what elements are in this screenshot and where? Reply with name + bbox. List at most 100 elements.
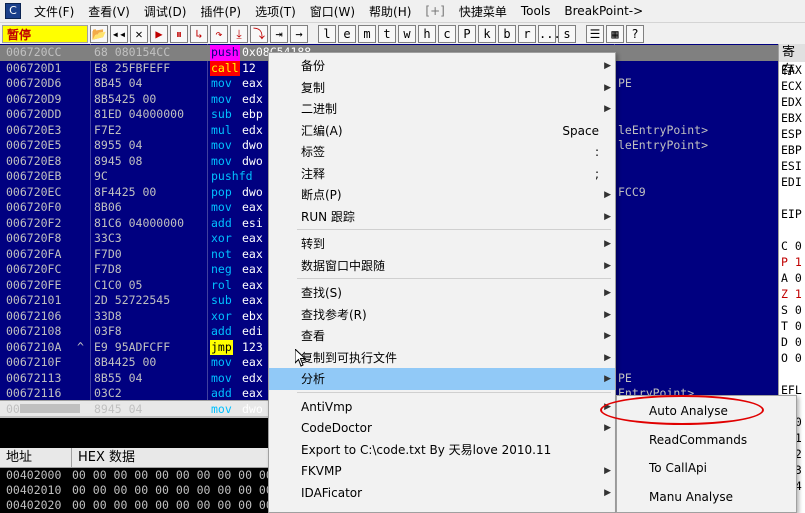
context-menu-item[interactable]: 数据窗口中跟随 ▶: [269, 255, 615, 277]
context-menu-item[interactable]: 查找(S) ▶: [269, 282, 615, 304]
instruction-address: 006720E8: [6, 153, 62, 168]
instruction-mnemonic: mov: [211, 370, 232, 385]
context-menu-item[interactable]: 备份 ▶: [269, 55, 615, 77]
toolbar-window-button[interactable]: P: [458, 24, 476, 43]
context-menu-item[interactable]: 断点(P) ▶: [269, 184, 615, 206]
context-menu-item[interactable]: FKVMP ▶: [269, 460, 615, 482]
close-icon[interactable]: ✕: [130, 24, 148, 43]
dump-row[interactable]: 00402020 00 00 00 00 00 00 00 00 00 00 00…: [0, 498, 314, 513]
grid-icon[interactable]: ▦: [606, 24, 624, 43]
register-line[interactable]: T 0: [779, 318, 805, 334]
context-menu-item[interactable]: 复制到可执行文件 ▶: [269, 347, 615, 369]
context-menu-item[interactable]: 二进制 ▶: [269, 98, 615, 120]
toolbar-window-button[interactable]: b: [498, 24, 516, 43]
open-icon[interactable]: 📂: [90, 24, 108, 43]
context-menu-item[interactable]: 标签:: [269, 141, 615, 163]
context-menu-item[interactable]: 转到 ▶: [269, 233, 615, 255]
dump-header-hex[interactable]: HEX 数据: [72, 448, 135, 467]
menu-1[interactable]: 查看(V): [81, 3, 137, 20]
help-icon[interactable]: ?: [626, 24, 644, 43]
step-over-icon[interactable]: ↷: [210, 24, 228, 43]
instruction-mnemonic: mov: [211, 355, 232, 369]
dump-pane[interactable]: 00402000 00 00 00 00 00 00 00 00 00 00 00…: [0, 468, 314, 513]
menu-item-label: 复制到可执行文件: [301, 350, 398, 365]
instruction-bytes: 33C3: [94, 231, 122, 245]
toolbar: 暂停 📂 ◂◂ ✕ ▶ ⏸ ↳ ↷ ⤓ ⤵ ⇥ → l e m t w h c Pk b r... s ☰ ▦?: [0, 22, 805, 44]
menu-9[interactable]: Tools: [514, 4, 558, 18]
register-line[interactable]: D 0: [779, 334, 805, 350]
context-menu-item[interactable]: 汇编(A) Space: [269, 120, 615, 142]
step-into-icon[interactable]: ↳: [190, 24, 208, 43]
register-line[interactable]: Z 1: [779, 286, 805, 302]
toolbar-window-button[interactable]: l: [318, 24, 336, 43]
register-line[interactable]: EDI: [779, 174, 805, 190]
menu-item-label: 查找参考(R): [301, 307, 367, 322]
trace-over-icon[interactable]: ⤵: [250, 24, 268, 43]
register-line[interactable]: C 0: [779, 238, 805, 254]
restart-icon[interactable]: ◂◂: [110, 24, 128, 43]
menu-2[interactable]: 调试(D): [137, 3, 194, 20]
run-icon[interactable]: ▶: [150, 24, 168, 43]
instruction-operand: eax: [242, 246, 263, 261]
context-menu-item[interactable]: 查看 ▶: [269, 325, 615, 347]
menu-7[interactable]: [+]: [418, 4, 451, 18]
menu-6[interactable]: 帮助(H): [362, 3, 418, 20]
jump-marker: ^: [77, 339, 84, 354]
register-line[interactable]: [779, 190, 805, 206]
register-line[interactable]: ESP: [779, 126, 805, 142]
instruction-mnemonic: mov: [211, 91, 232, 106]
context-menu-item[interactable]: Export to C:\code.txt By 天易love 2010.11: [269, 439, 615, 461]
register-line[interactable]: EIP: [779, 206, 805, 222]
dump-row[interactable]: 00402000 00 00 00 00 00 00 00 00 00 00 00…: [0, 468, 314, 483]
register-line[interactable]: P 1: [779, 254, 805, 270]
trace-into-icon[interactable]: ⤓: [230, 24, 248, 43]
submenu-item[interactable]: Manu Analyse: [617, 483, 796, 511]
dump-row[interactable]: 00402010 00 00 00 00 00 00 00 00 00 00 00…: [0, 483, 314, 498]
menu-0[interactable]: 文件(F): [27, 3, 81, 20]
toolbar-window-button[interactable]: k: [478, 24, 496, 43]
goto-icon[interactable]: →: [290, 24, 308, 43]
context-menu-item[interactable]: 复制 ▶: [269, 77, 615, 99]
instruction-bytes: 81C6 04000000: [94, 215, 185, 230]
context-menu-item[interactable]: 查找参考(R) ▶: [269, 304, 615, 326]
register-line[interactable]: EDX: [779, 94, 805, 110]
submenu-item[interactable]: To CallApi: [617, 454, 796, 482]
pause-icon[interactable]: ⏸: [170, 24, 188, 43]
register-line[interactable]: EBX: [779, 110, 805, 126]
context-menu-item[interactable]: 分析 ▶: [269, 368, 615, 390]
register-line[interactable]: ECX: [779, 78, 805, 94]
menu-5[interactable]: 窗口(W): [303, 3, 362, 20]
submenu-arrow-icon: ▶: [604, 466, 611, 476]
toolbar-window-button[interactable]: e: [338, 24, 356, 43]
toolbar-window-button[interactable]: h: [418, 24, 436, 43]
register-line[interactable]: O 0: [779, 350, 805, 366]
context-menu-item[interactable]: RUN 跟踪 ▶: [269, 206, 615, 228]
toolbar-window-button[interactable]: m: [358, 24, 376, 43]
dump-header-address[interactable]: 地址: [0, 448, 72, 467]
toolbar-window-button[interactable]: w: [398, 24, 416, 43]
menu-8[interactable]: 快捷菜单: [452, 3, 514, 20]
menu-10[interactable]: BreakPoint->: [557, 4, 650, 18]
register-line[interactable]: [779, 366, 805, 382]
context-menu-item[interactable]: IDAFicator ▶: [269, 482, 615, 504]
register-line[interactable]: [779, 222, 805, 238]
toolbar-window-button[interactable]: c: [438, 24, 456, 43]
list-icon[interactable]: ☰: [586, 24, 604, 43]
toolbar-window-button[interactable]: t: [378, 24, 396, 43]
register-line[interactable]: A 0: [779, 270, 805, 286]
register-line[interactable]: S 0: [779, 302, 805, 318]
toolbar-window-button[interactable]: ...: [538, 24, 561, 43]
toolbar-window-button[interactable]: r: [518, 24, 536, 43]
context-menu-item[interactable]: 注释;: [269, 163, 615, 185]
instruction-address: 00672101: [6, 293, 62, 307]
context-menu-item[interactable]: CodeDoctor ▶: [269, 417, 615, 439]
register-line[interactable]: EAX: [779, 62, 805, 78]
context-menu-item[interactable]: AntiVmp ▶: [269, 396, 615, 418]
menu-4[interactable]: 选项(T): [248, 3, 303, 20]
submenu-item[interactable]: ReadCommands: [617, 426, 796, 454]
toolbar-window-button[interactable]: s: [558, 24, 576, 43]
register-line[interactable]: EBP: [779, 142, 805, 158]
menu-3[interactable]: 插件(P): [193, 3, 248, 20]
register-line[interactable]: ESI: [779, 158, 805, 174]
execute-till-return-icon[interactable]: ⇥: [270, 24, 288, 43]
